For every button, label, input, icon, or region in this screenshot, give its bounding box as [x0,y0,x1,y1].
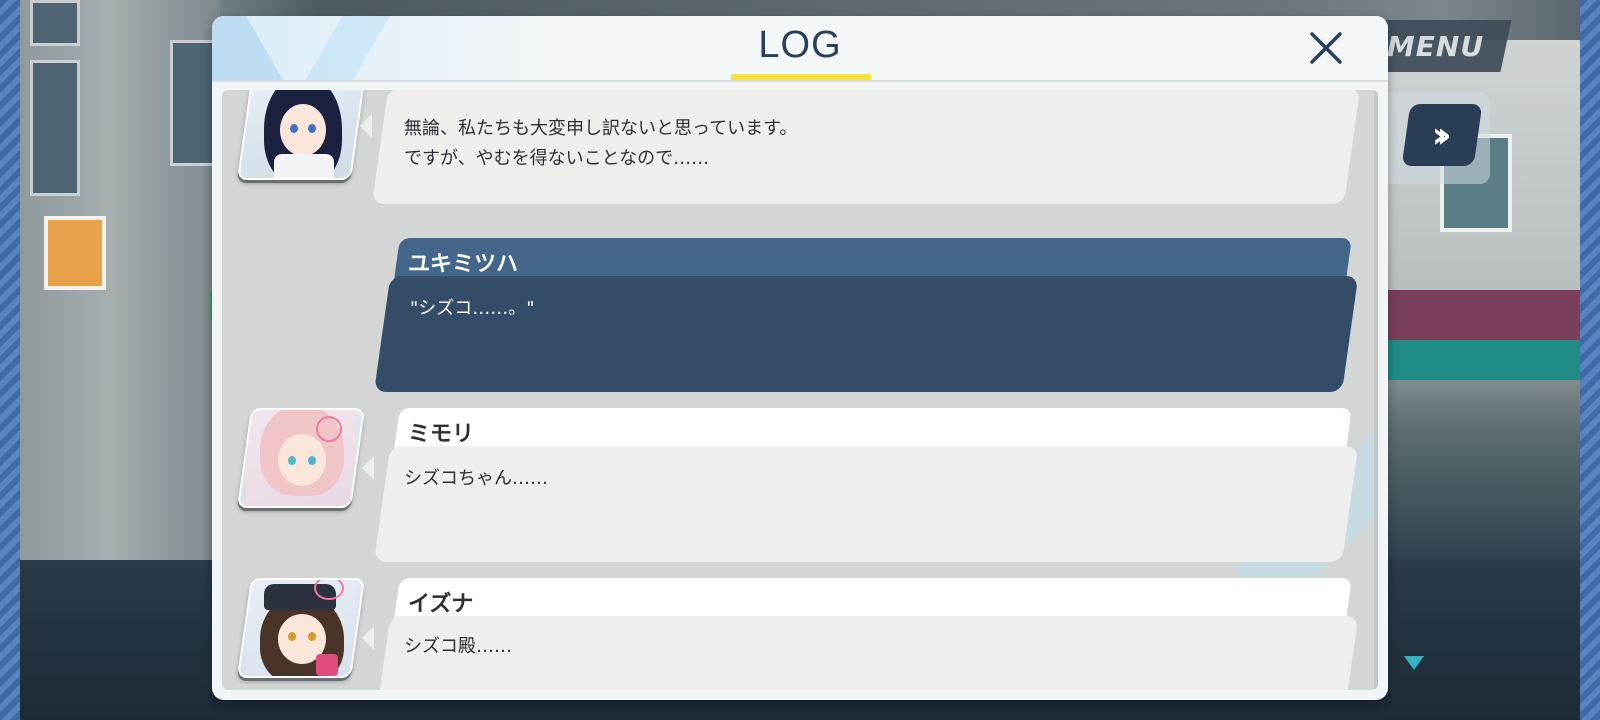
speaker-portrait [236,578,366,678]
fast-forward-icon: ›› [1432,114,1442,156]
log-entry: リン 無論、私たちも大変申し訳ないと思っています。 ですが、やむを得ないことなの… [222,90,1378,248]
frame-stripe-right [1580,0,1600,720]
log-header: LOG [212,16,1388,82]
frame-stripe-left [0,0,20,720]
background-building-left [20,0,240,560]
speaker-name-tab [394,408,1352,450]
message-line: ですが、やむを得ないことなので…… [404,148,710,169]
message-line: シズコ殿…… [404,636,512,657]
speaker-name: ミモリ [408,422,475,447]
log-entry-player: ユキミツハ "シズコ……。" [222,236,1378,396]
speaker-name: イズナ [408,592,474,617]
fast-forward-button[interactable]: ›› [1401,104,1483,166]
close-icon [1310,32,1342,64]
message-line: "シズコ……。" [410,298,535,319]
next-indicator-icon [1404,656,1424,670]
log-entry: ミモリ シズコちゃん…… [222,406,1378,566]
message-line: 無論、私たちも大変申し訳ないと思っています。 [404,118,798,139]
log-title: LOG [758,24,842,66]
menu-button-label: MENU [1387,29,1485,63]
log-panel: LOG リン 無論、 [212,16,1388,700]
speaker-name-tab [394,238,1352,280]
log-list[interactable]: リン 無論、私たちも大変申し訳ないと思っています。 ですが、やむを得ないことなの… [222,90,1378,690]
title-underline [731,74,871,80]
message-bubble [374,616,1359,690]
log-entry: イズナ シズコ殿…… [222,576,1378,690]
message-line: シズコちゃん…… [404,468,548,489]
speaker-name: ユキミツハ [408,252,519,277]
speaker-portrait [236,90,366,180]
speaker-name-tab [394,578,1352,620]
close-button[interactable] [1300,24,1352,72]
log-scrollbar[interactable] [1374,90,1378,690]
speaker-portrait [236,408,366,508]
